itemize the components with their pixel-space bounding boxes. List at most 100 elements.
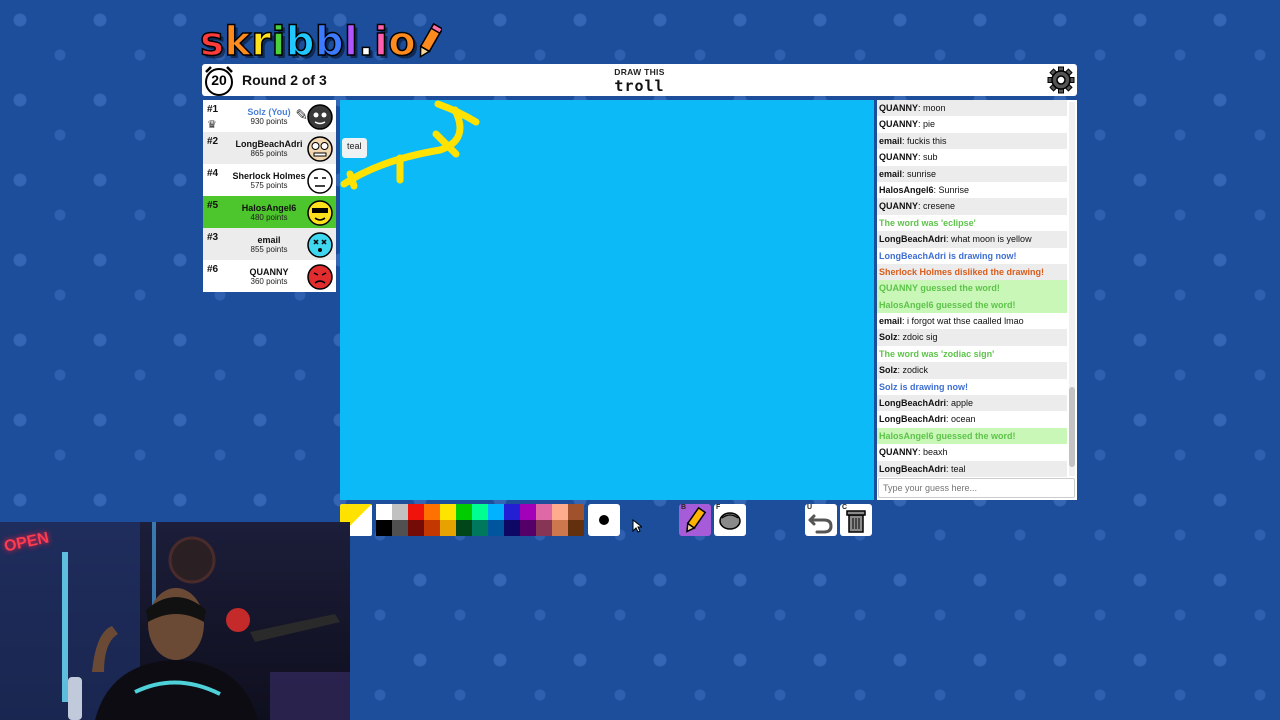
color-swatch[interactable] — [376, 504, 392, 520]
chat-text: beaxh — [923, 447, 948, 458]
chat-text: apple — [951, 398, 974, 409]
chat-text: HalosAngel6 guessed the word! — [879, 430, 1016, 441]
logo-letter: i — [271, 19, 286, 65]
player-row[interactable]: #5 HalosAngel6 480 points — [203, 196, 336, 228]
chat-message: QUANNY: moon — [877, 100, 1067, 117]
chat-username: LongBeachAdri — [879, 398, 947, 409]
chat-text: zdoic sig — [902, 332, 938, 343]
chat-message: Solz: zodick — [877, 362, 1067, 379]
color-swatch[interactable] — [424, 520, 440, 536]
avatar — [307, 264, 333, 290]
color-swatch[interactable] — [472, 504, 488, 520]
chat-message: email: i forgot wat thse caalled lmao — [879, 316, 1024, 327]
fill-tool-button[interactable]: F — [714, 504, 746, 536]
chat-username: QUANNY — [879, 447, 919, 458]
chat-message: QUANNY guessed the word! — [877, 280, 1067, 297]
chat-message: LongBeachAdri: ocean — [879, 414, 976, 425]
chat-message: Sherlock Holmes disliked the drawing! — [877, 263, 1067, 281]
color-swatch[interactable] — [520, 504, 536, 520]
chat-message: The word was 'zodiac sign' — [877, 346, 1067, 362]
chat-scrollbar[interactable] — [1069, 102, 1075, 476]
chat-text: LongBeachAdri is drawing now! — [879, 250, 1017, 261]
logo-letter: r — [251, 19, 272, 65]
chat-text: Solz is drawing now! — [879, 381, 969, 392]
color-swatch[interactable] — [536, 504, 552, 520]
color-swatch[interactable] — [440, 504, 456, 520]
player-list: #1 ♛ Solz (You) 930 points ✎ #2 LongBeac… — [203, 100, 336, 292]
color-swatch[interactable] — [456, 520, 472, 536]
chat-username: Solz — [879, 365, 898, 376]
color-swatch[interactable] — [488, 504, 504, 520]
player-row[interactable]: #4 Sherlock Holmes 575 points — [203, 164, 336, 196]
color-swatch[interactable] — [424, 504, 440, 520]
chat-text: sunrise — [907, 168, 937, 179]
color-swatch[interactable] — [408, 504, 424, 520]
mouse-cursor-icon — [632, 519, 642, 533]
chat-username: QUANNY — [879, 119, 919, 130]
chat-text: cresene — [923, 201, 956, 212]
player-rank: #6 — [207, 264, 219, 275]
chat-text: ocean — [951, 414, 976, 425]
chat-text: moon — [923, 103, 946, 113]
chat-text: sub — [923, 152, 938, 163]
guess-input[interactable] — [878, 478, 1075, 498]
chat-username: QUANNY — [879, 152, 919, 163]
player-points: 575 points — [250, 181, 288, 190]
color-swatch[interactable] — [376, 520, 392, 536]
chat-username: LongBeachAdri — [879, 234, 947, 245]
player-points: 360 points — [250, 277, 288, 286]
color-swatch[interactable] — [504, 504, 520, 520]
color-swatch[interactable] — [568, 504, 584, 520]
chat-panel: QUANNY: moon QUANNY: pie email: fuckis thi… — [877, 100, 1077, 500]
color-swatch[interactable] — [520, 520, 536, 536]
color-swatch[interactable] — [392, 504, 408, 520]
player-rank: #4 — [207, 168, 219, 179]
webcam-overlay: OPEN — [0, 522, 350, 720]
color-palette — [376, 504, 584, 536]
chat-text: teal — [951, 463, 966, 474]
chat-username: LongBeachAdri — [879, 463, 947, 474]
color-swatch[interactable] — [392, 520, 408, 536]
color-swatch[interactable] — [488, 520, 504, 536]
color-swatch[interactable] — [440, 520, 456, 536]
color-swatch[interactable] — [536, 520, 552, 536]
scroll-thumb[interactable] — [1069, 387, 1075, 467]
player-row[interactable]: #2 LongBeachAdri 865 points — [203, 132, 336, 164]
chat-message: Solz: zdoic sig — [877, 329, 1067, 346]
brush-size-button[interactable] — [588, 504, 620, 536]
chat-message: HalosAngel6 guessed the word! — [877, 427, 1067, 445]
gear-icon[interactable] — [1047, 66, 1075, 94]
chat-text: fuckis this — [907, 135, 947, 146]
drawing-canvas[interactable] — [340, 100, 874, 500]
color-swatch[interactable] — [552, 520, 568, 536]
color-swatch[interactable] — [552, 504, 568, 520]
logo-letter: s — [199, 19, 225, 65]
skribbl-logo: skribbl.io — [199, 10, 443, 65]
avatar — [307, 104, 333, 130]
shortcut-key: U — [807, 504, 813, 511]
color-swatch[interactable] — [408, 520, 424, 536]
clear-button[interactable]: C — [840, 504, 872, 536]
brush-size-dot — [599, 515, 609, 525]
color-swatch[interactable] — [472, 520, 488, 536]
color-swatch[interactable] — [456, 504, 472, 520]
player-row[interactable]: #1 ♛ Solz (You) 930 points ✎ — [203, 100, 336, 132]
logo-letter: o — [388, 19, 417, 65]
chat-message: QUANNY: beaxh — [879, 447, 948, 458]
chat-text: zodick — [902, 365, 929, 376]
color-swatch[interactable] — [568, 520, 584, 536]
chat-message: QUANNY: sub — [879, 152, 938, 163]
chat-text: The word was 'eclipse' — [879, 217, 976, 228]
player-row[interactable]: #6 QUANNY 360 points — [203, 260, 336, 292]
player-row[interactable]: #3 email 855 points — [203, 228, 336, 260]
chat-username: email — [879, 316, 903, 327]
pencil-tool-button[interactable]: B — [679, 504, 711, 536]
player-points: 480 points — [250, 213, 288, 222]
undo-button[interactable]: U — [805, 504, 837, 536]
shortcut-key: C — [842, 504, 848, 511]
logo-letter: . — [358, 19, 375, 65]
shortcut-key: B — [681, 504, 687, 511]
logo-text: skribbl.io — [199, 19, 417, 65]
color-swatch[interactable] — [504, 520, 520, 536]
avatar — [307, 200, 333, 226]
